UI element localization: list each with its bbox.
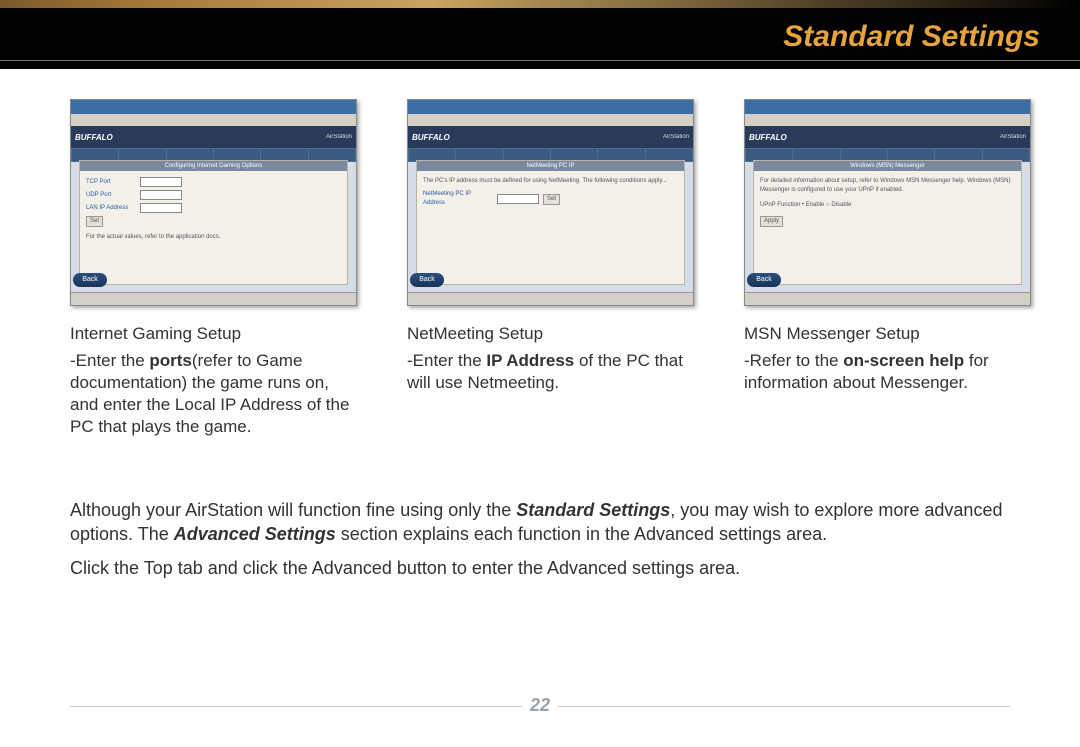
caption-body: -Enter the ports(refer to Game documenta… (70, 350, 357, 438)
columns-row: BUFFALO AirStation Configuring Internet G… (70, 99, 1010, 438)
field-label: UDP Port (86, 191, 136, 200)
field-label: LAN IP Address (86, 204, 136, 213)
set-button[interactable]: Set (86, 216, 103, 227)
field-label: NetMeeting PC IP Address (423, 190, 493, 208)
screenshot-msn: BUFFALO AirStation Windows (MSN) Messenge… (744, 99, 1031, 306)
panel-heading: NetMeeting PC IP (417, 161, 684, 171)
apply-button[interactable]: Apply (760, 216, 783, 227)
text-input[interactable] (140, 203, 182, 213)
note-text: The PC's IP address must be defined for … (423, 177, 678, 186)
field-label: TCP Port (86, 178, 136, 187)
caption-title: MSN Messenger Setup (744, 324, 1031, 344)
brand-logo: BUFFALO (749, 133, 787, 142)
text-input[interactable] (140, 177, 182, 187)
radio-row[interactable]: UPnP Function • Enable ○ Disable (760, 201, 1015, 210)
body-paragraph-1: Although your AirStation will function f… (70, 498, 1010, 546)
back-button[interactable]: Back (410, 273, 444, 287)
brand-logo: BUFFALO (412, 133, 450, 142)
body-paragraph-2: Click the Top tab and click the Advanced… (70, 556, 1010, 580)
panel-heading: Configuring Internet Gaming Options (80, 161, 347, 171)
brand-sub: AirStation (663, 134, 689, 140)
page-footer: 22 (0, 695, 1080, 721)
brand-sub: AirStation (1000, 134, 1026, 140)
page-number: 22 (522, 695, 558, 716)
caption-body: -Enter the IP Address of the PC that wil… (407, 350, 694, 394)
back-button[interactable]: Back (747, 273, 781, 287)
screenshot-netmeeting: BUFFALO AirStation NetMeeting PC IP The P… (407, 99, 694, 306)
brand-sub: AirStation (326, 134, 352, 140)
screenshot-gaming: BUFFALO AirStation Configuring Internet G… (70, 99, 357, 306)
column-gaming: BUFFALO AirStation Configuring Internet G… (70, 99, 357, 438)
text-input[interactable] (140, 190, 182, 200)
caption-title: Internet Gaming Setup (70, 324, 357, 344)
caption-title: NetMeeting Setup (407, 324, 694, 344)
divider-thick (0, 61, 1080, 69)
page-title: Standard Settings (783, 20, 1040, 54)
column-netmeeting: BUFFALO AirStation NetMeeting PC IP The P… (407, 99, 694, 394)
header-bar: Standard Settings (0, 0, 1080, 60)
note-text: For detailed information about setup, re… (760, 177, 1015, 195)
set-button[interactable]: Set (543, 194, 560, 205)
caption-body: -Refer to the on-screen help for informa… (744, 350, 1031, 394)
back-button[interactable]: Back (73, 273, 107, 287)
text-input[interactable] (497, 194, 539, 204)
column-msn: BUFFALO AirStation Windows (MSN) Messenge… (744, 99, 1031, 394)
note-text: For the actual values, refer to the appl… (86, 233, 341, 242)
brand-logo: BUFFALO (75, 133, 113, 142)
panel-heading: Windows (MSN) Messenger (754, 161, 1021, 171)
